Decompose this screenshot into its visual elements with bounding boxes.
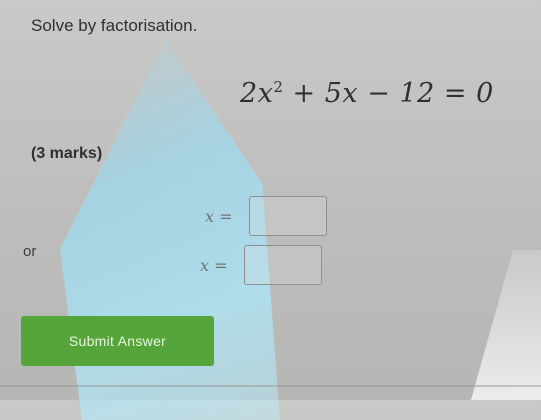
equation-variable: x [257, 78, 274, 109]
equation-coefficient: 2 [240, 78, 258, 109]
equation-exponent: 2 [273, 78, 284, 96]
answer-label-1: x = [205, 206, 233, 226]
marks-label: (3 marks) [31, 145, 103, 162]
answer-label-2: x = [200, 255, 228, 275]
answer-row-1: x = [205, 196, 327, 236]
divider [0, 385, 541, 387]
or-label: or [23, 243, 37, 260]
equation: 2x2 + 5x − 12 = 0 [240, 78, 494, 109]
screen-glare-right [471, 250, 541, 400]
equation-rest: + 5x − 12 = 0 [283, 78, 494, 109]
answer-row-2: x = [200, 245, 322, 285]
answer-input-2[interactable] [243, 245, 322, 285]
answer-input-1[interactable] [248, 196, 327, 236]
submit-answer-button[interactable]: Submit Answer [21, 316, 214, 366]
question-instruction: Solve by factorisation. [31, 16, 198, 35]
